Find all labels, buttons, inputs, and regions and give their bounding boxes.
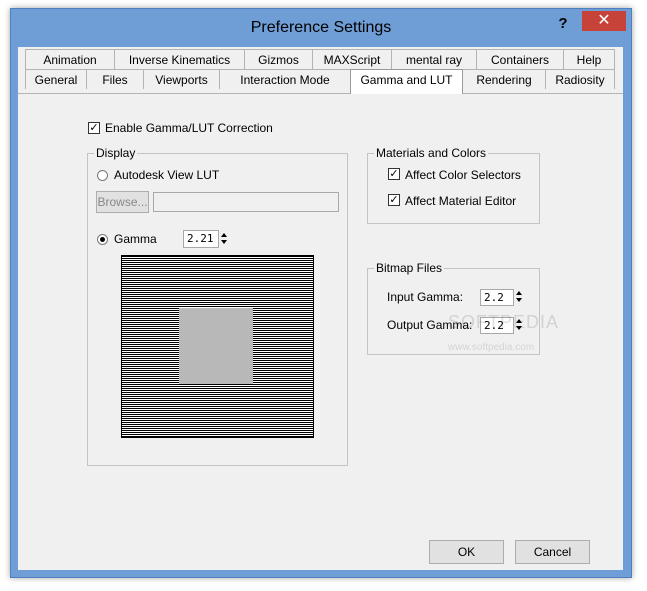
enable-gamma-label: Enable Gamma/LUT Correction: [105, 121, 273, 135]
tab-inverse-kinematics[interactable]: Inverse Kinematics: [114, 49, 245, 69]
spinner-down-icon: [516, 298, 522, 302]
tab-animation[interactable]: Animation: [25, 49, 115, 69]
tab-interaction-mode[interactable]: Interaction Mode: [219, 69, 351, 89]
close-icon: ✕: [597, 12, 611, 29]
gamma-radio[interactable]: [97, 234, 108, 245]
window-title: Preference Settings: [250, 19, 392, 36]
help-button[interactable]: ?: [552, 13, 574, 35]
dialog-client: Animation Inverse Kinematics Gizmos MAXS…: [18, 47, 623, 570]
affect-color-selectors-checkbox[interactable]: ✓: [388, 168, 400, 180]
gamma-spinner[interactable]: [220, 231, 230, 247]
tab-rendering[interactable]: Rendering: [462, 69, 546, 89]
tab-containers[interactable]: Containers: [476, 49, 564, 69]
input-gamma-spinner[interactable]: [515, 289, 525, 305]
input-gamma-field[interactable]: 2.2: [480, 289, 514, 306]
browse-button[interactable]: Browse...: [96, 191, 149, 213]
display-group: Display Autodesk View LUT Browse... Gamm…: [87, 146, 348, 466]
gamma-value-field[interactable]: 2.21: [183, 230, 219, 248]
materials-colors-group: Materials and Colors ✓ Affect Color Sele…: [367, 146, 540, 224]
tab-help[interactable]: Help: [563, 49, 615, 69]
gamma-label: Gamma: [114, 232, 157, 246]
tab-maxscript[interactable]: MAXScript: [312, 49, 392, 69]
tab-files[interactable]: Files: [86, 69, 144, 89]
input-gamma-label: Input Gamma:: [387, 290, 464, 304]
gamma-reference-square: [179, 308, 253, 384]
tab-radiosity[interactable]: Radiosity: [545, 69, 615, 89]
softpedia-watermark-url: www.softpedia.com: [448, 342, 535, 353]
cancel-button[interactable]: Cancel: [515, 540, 590, 564]
lut-path-field[interactable]: [153, 192, 339, 212]
bitmap-legend: Bitmap Files: [374, 261, 445, 275]
gamma-lut-panel: ✓ Enable Gamma/LUT Correction Display Au…: [18, 93, 623, 570]
spinner-down-icon: [221, 240, 227, 244]
tab-general[interactable]: General: [25, 69, 87, 89]
display-legend: Display: [94, 146, 138, 160]
gamma-radio-dot: [100, 237, 105, 242]
autodesk-lut-radio[interactable]: [97, 170, 108, 181]
tab-gamma-and-lut[interactable]: Gamma and LUT: [350, 69, 463, 94]
spinner-up-icon: [221, 233, 227, 237]
autodesk-lut-label: Autodesk View LUT: [114, 168, 220, 182]
spinner-up-icon: [516, 291, 522, 295]
affect-color-selectors-label: Affect Color Selectors: [405, 168, 521, 182]
tab-gizmos[interactable]: Gizmos: [244, 49, 313, 69]
tab-mental-ray[interactable]: mental ray: [391, 49, 477, 69]
affect-material-editor-label: Affect Material Editor: [405, 194, 517, 208]
ok-button[interactable]: OK: [429, 540, 504, 564]
preference-settings-window: Preference Settings ? ✕ Animation Invers…: [10, 8, 632, 578]
enable-gamma-checkbox[interactable]: ✓: [88, 122, 100, 134]
softpedia-watermark-logo: SOFTPEDIA: [448, 312, 560, 332]
title-bar[interactable]: Preference Settings ? ✕: [11, 9, 631, 47]
materials-legend: Materials and Colors: [374, 146, 489, 160]
tab-viewports[interactable]: Viewports: [143, 69, 220, 89]
close-button[interactable]: ✕: [582, 11, 626, 31]
affect-material-editor-checkbox[interactable]: ✓: [388, 194, 400, 206]
